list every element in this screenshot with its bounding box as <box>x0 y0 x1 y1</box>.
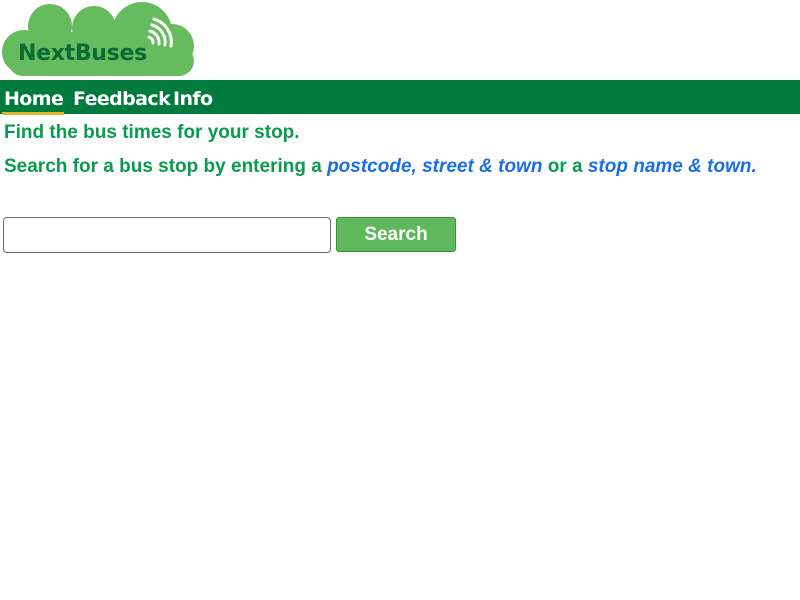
instructions-text-part1: Search for a bus stop by entering a <box>4 156 328 177</box>
nav-home-link[interactable]: Home <box>4 80 64 114</box>
logo-wordmark: NextBuses <box>18 41 147 66</box>
site-header: NextBuses <box>0 0 800 80</box>
search-button[interactable]: Search <box>336 217 456 252</box>
nextbuses-logo[interactable]: NextBuses <box>2 2 196 80</box>
search-instructions: Search for a bus stop by entering a post… <box>4 153 800 180</box>
instructions-text-part2: or a <box>542 156 588 177</box>
intro-text: Find the bus times for your stop. <box>4 122 300 143</box>
search-input[interactable] <box>3 217 331 253</box>
active-tab-indicator <box>2 112 64 115</box>
instructions-highlight-postcode: postcode, street & town <box>327 156 543 177</box>
nav-feedback-link[interactable]: Feedback <box>73 80 171 114</box>
main-navigation: Home Feedback Info <box>0 80 800 114</box>
instructions-highlight-stop-name: stop name & town. <box>587 156 757 177</box>
nav-info-link[interactable]: Info <box>173 80 213 114</box>
